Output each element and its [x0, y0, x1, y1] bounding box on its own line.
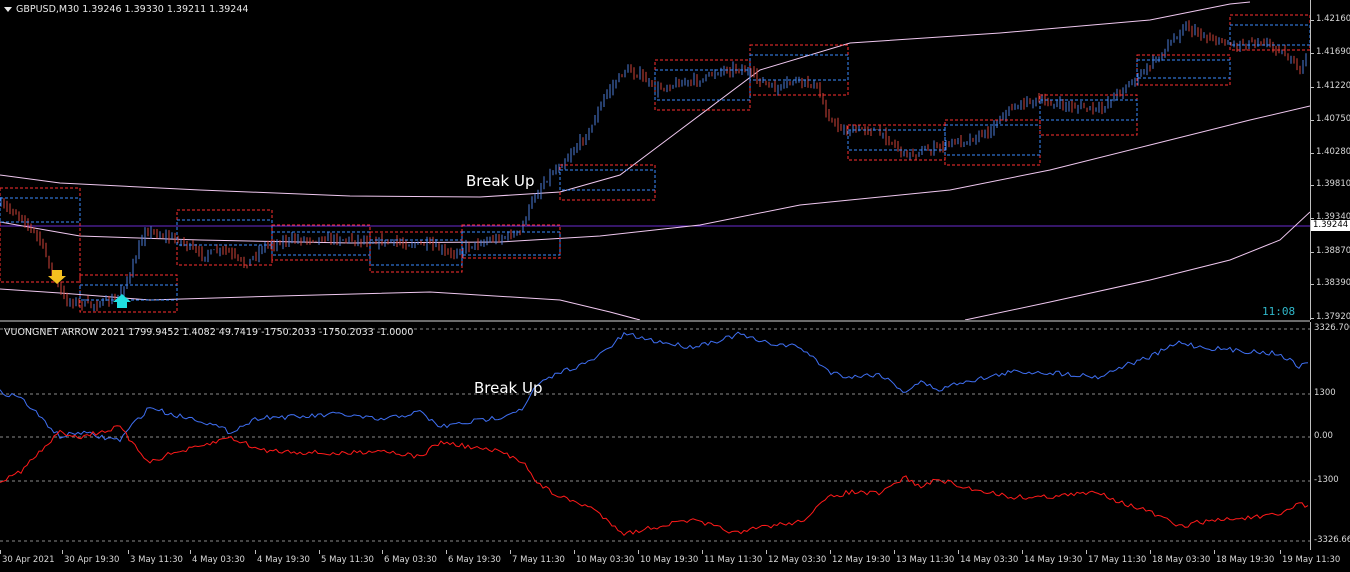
envelope-line [0, 288, 641, 320]
time-axis-label: 19 May 11:30 [1282, 555, 1341, 565]
indicator-header: VUONGNET ARROW 2021 1799.9452 1.4082 49.… [4, 327, 414, 338]
price-axis-tick-mark [1310, 218, 1314, 219]
price-axis-tick-mark [1310, 53, 1314, 54]
time-axis-label: 18 May 03:30 [1152, 555, 1211, 565]
time-axis-tick [574, 550, 575, 554]
indicator-axis-tick: 0.00 [1314, 431, 1333, 441]
time-axis-label: 10 May 19:30 [640, 555, 699, 565]
current-price-tag: 1.39244 [1311, 220, 1350, 231]
time-axis-label: 14 May 19:30 [1024, 555, 1083, 565]
time-axis-label: 5 May 11:30 [321, 555, 374, 565]
indicator-axis-tick: -3326.66 [1314, 535, 1350, 545]
price-axis-tick: 1.37920 [1316, 312, 1350, 322]
time-axis-label: 12 May 03:30 [768, 555, 827, 565]
range-box-blue [79, 284, 178, 301]
time-axis-label: 12 May 19:30 [832, 555, 891, 565]
envelope-line [0, 105, 1310, 244]
time-axis-label: 30 Apr 2021 [2, 555, 55, 565]
time-axis-tick [1022, 550, 1023, 554]
time-axis-tick [830, 550, 831, 554]
price-axis-tick: 1.41690 [1316, 47, 1350, 57]
price-axis-tick: 1.38390 [1316, 278, 1350, 288]
time-axis-tick [1086, 550, 1087, 554]
time-axis-label: 3 May 11:30 [130, 555, 183, 565]
time-axis-tick [766, 550, 767, 554]
time-axis-tick [0, 550, 1, 554]
indicator-axis-tick: 1300 [1314, 388, 1336, 398]
indicator-canvas[interactable] [0, 322, 1310, 550]
time-axis-label: 13 May 11:30 [896, 555, 955, 565]
price-chart-panel[interactable]: GBPUSD,M30 1.39246 1.39330 1.39211 1.392… [0, 0, 1350, 322]
indicator-blue-line [0, 331, 1309, 443]
time-axis-tick [958, 550, 959, 554]
time-axis-label: 18 May 19:30 [1216, 555, 1275, 565]
time-axis-tick [62, 550, 63, 554]
range-box-blue [1136, 59, 1231, 79]
time-axis-tick [510, 550, 511, 554]
break-up-label: Break Up [466, 172, 535, 190]
range-box-red [749, 44, 849, 96]
time-axis-tick [319, 550, 320, 554]
range-box-red [176, 209, 273, 266]
time-axis-tick [894, 550, 895, 554]
range-box-red [1039, 94, 1138, 136]
time-axis-tick [702, 550, 703, 554]
envelope-line [964, 211, 1310, 320]
time-axis-label: 11 May 11:30 [704, 555, 763, 565]
bar-timer: 11:08 [1262, 305, 1296, 318]
range-box-blue [654, 69, 751, 101]
price-axis-tick-mark [1310, 185, 1314, 186]
price-axis-tick: 1.38870 [1316, 246, 1350, 256]
price-axis-tick-mark [1310, 20, 1314, 21]
time-axis-tick [638, 550, 639, 554]
time-axis-label: 10 May 03:30 [576, 555, 635, 565]
time-axis-tick [128, 550, 129, 554]
range-box-blue [944, 124, 1041, 156]
indicator-panel[interactable]: VUONGNET ARROW 2021 1799.9452 1.4082 49.… [0, 322, 1350, 550]
time-axis-label: 6 May 19:30 [448, 555, 501, 565]
price-axis-tick-mark [1310, 252, 1314, 253]
time-axis-label: 6 May 03:30 [384, 555, 437, 565]
price-axis-tick: 1.42160 [1316, 14, 1350, 24]
price-axis-tick: 1.41220 [1316, 81, 1350, 91]
time-axis-tick [1280, 550, 1281, 554]
time-axis-tick [1214, 550, 1215, 554]
time-axis-tick [190, 550, 191, 554]
up-arrow-icon [113, 294, 131, 308]
price-chart-canvas[interactable] [0, 0, 1310, 320]
range-box-red [79, 274, 178, 313]
indicator-break-up-label: Break Up [474, 379, 543, 397]
range-box-blue [847, 129, 946, 151]
price-axis-tick-mark [1310, 120, 1314, 121]
indicator-axis-tick: -1300 [1314, 475, 1339, 485]
range-box-blue [0, 197, 81, 223]
time-axis-tick [446, 550, 447, 554]
time-axis-label: 4 May 03:30 [192, 555, 245, 565]
time-axis-label: 30 Apr 19:30 [64, 555, 120, 565]
collapse-triangle-icon[interactable] [4, 7, 12, 12]
symbol-header-text: GBPUSD,M30 1.39246 1.39330 1.39211 1.392… [16, 4, 249, 15]
price-axis-tick: 1.39810 [1316, 179, 1350, 189]
price-axis-tick: 1.40750 [1316, 114, 1350, 124]
range-box-red [944, 119, 1041, 166]
range-box-blue [1039, 99, 1138, 121]
range-box-blue [559, 169, 656, 191]
time-axis-label: 17 May 11:30 [1088, 555, 1147, 565]
time-axis-label: 14 May 03:30 [960, 555, 1019, 565]
price-axis-tick-mark [1310, 153, 1314, 154]
time-axis-tick [255, 550, 256, 554]
price-axis-tick-mark [1310, 284, 1314, 285]
time-axis-label: 7 May 11:30 [512, 555, 565, 565]
time-axis-tick [382, 550, 383, 554]
time-axis-tick [1150, 550, 1151, 554]
price-axis-tick-mark [1310, 318, 1314, 319]
symbol-header: GBPUSD,M30 1.39246 1.39330 1.39211 1.392… [4, 4, 248, 15]
indicator-axis-tick: 3326.706 [1314, 323, 1350, 333]
time-axis-label: 4 May 19:30 [257, 555, 310, 565]
price-axis-tick: 1.40280 [1316, 147, 1350, 157]
price-axis-tick-mark [1310, 87, 1314, 88]
